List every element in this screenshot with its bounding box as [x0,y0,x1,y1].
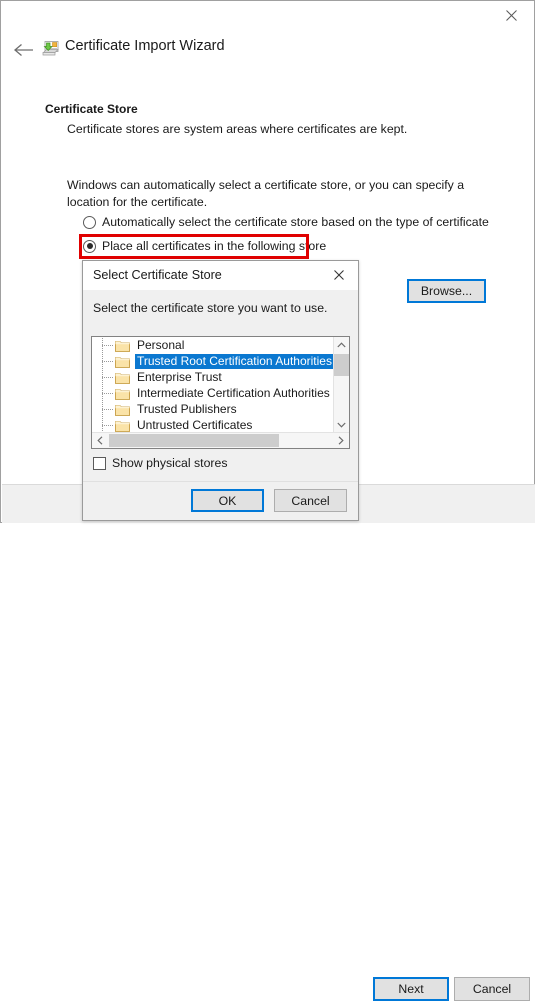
certificate-wizard-icon [41,39,61,59]
show-physical-stores-label: Show physical stores [112,456,228,470]
back-arrow-icon[interactable] [9,35,39,65]
radio-icon-auto [83,215,96,229]
cancel-button[interactable]: Cancel [454,977,530,1001]
tree-connector-icon [99,416,115,433]
folder-icon [115,387,130,400]
checkbox-icon [93,456,106,470]
chevron-up-icon[interactable] [334,337,349,353]
treeview-vertical-scrollbar[interactable] [333,337,349,433]
cancel-button[interactable]: Cancel [274,489,347,512]
close-icon[interactable] [489,1,534,30]
tree-item[interactable]: Enterprise Trust [92,368,333,385]
close-icon[interactable] [320,261,358,289]
tree-item[interactable]: Trusted Publishers [92,400,333,417]
wizard-nav-row: Certificate Import Wizard [1,31,534,73]
radio-automatically-select-store[interactable]: Automatically select the certificate sto… [83,215,489,229]
intro-text: Windows can automatically select a certi… [67,178,465,209]
folder-icon [115,339,130,352]
tree-item-label: Trusted Root Certification Authorities [135,353,333,369]
tree-connector-icon [99,352,115,369]
browse-button[interactable]: Browse... [407,279,486,303]
tree-connector-icon [99,384,115,401]
tree-item[interactable]: Untrusted Certificates [92,416,333,433]
window-titlebar [1,1,534,31]
folder-icon [115,371,130,384]
next-button[interactable]: Next [373,977,449,1001]
tree-item-label: Intermediate Certification Authorities [137,385,330,400]
tree-connector-icon [99,337,115,353]
tree-item[interactable]: Trusted Root Certification Authorities [92,352,333,369]
tree-item[interactable]: Personal [92,337,333,353]
page-title: Certificate Import Wizard [65,38,225,54]
chevron-down-icon[interactable] [334,417,349,433]
tree-item[interactable]: Intermediate Certification Authorities [92,384,333,401]
tree-connector-icon [99,400,115,417]
ok-button[interactable]: OK [191,489,264,512]
certificate-import-wizard-window: Certificate Import Wizard Certificate St… [0,0,535,1001]
folder-icon [115,355,130,368]
radio-label-place: Place all certificates in the following … [102,239,327,253]
section-heading: Certificate Store [45,102,138,116]
select-certificate-store-dialog: Select Certificate Store Select the cert… [82,260,359,521]
radio-place-all-certificates[interactable]: Place all certificates in the following … [83,239,326,253]
section-subheading: Certificate stores are system areas wher… [67,122,408,136]
tree-connector-icon [99,368,115,385]
dialog-title: Select Certificate Store [93,268,222,282]
treeview-horizontal-scrollbar[interactable] [92,432,349,448]
tree-item-label: Personal [137,337,185,352]
scrollbar-thumb-vertical[interactable] [334,354,349,376]
dialog-titlebar: Select Certificate Store [83,261,358,290]
chevron-left-icon[interactable] [92,433,108,448]
show-physical-stores-checkbox[interactable]: Show physical stores [93,456,228,470]
dialog-divider [83,481,358,482]
folder-icon [115,419,130,432]
chevron-right-icon[interactable] [333,433,349,448]
dialog-prompt: Select the certificate store you want to… [93,301,328,315]
radio-icon-place [83,239,96,253]
certificate-store-treeview[interactable]: Personal Trusted Root Certification Auth… [91,336,350,449]
scrollbar-thumb-horizontal[interactable] [109,434,279,447]
tree-item-label: Untrusted Certificates [137,417,253,432]
tree-item-label: Trusted Publishers [137,401,237,416]
treeview-items: Personal Trusted Root Certification Auth… [92,337,333,433]
folder-icon [115,403,130,416]
tree-item-label: Enterprise Trust [137,369,222,384]
radio-label-auto: Automatically select the certificate sto… [102,215,489,229]
